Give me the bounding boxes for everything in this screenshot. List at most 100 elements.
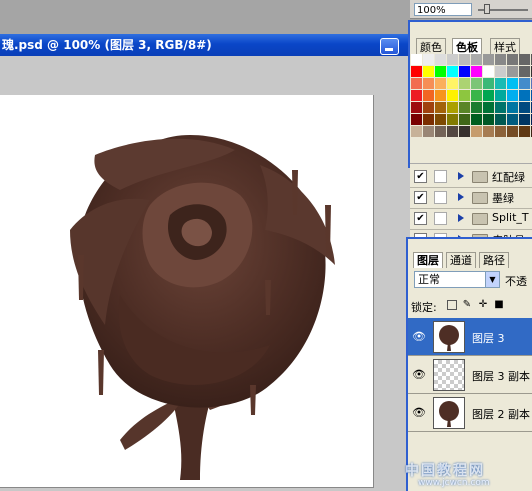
- swatch[interactable]: [411, 126, 422, 137]
- swatch[interactable]: [459, 78, 470, 89]
- move-icon[interactable]: ✛: [478, 300, 488, 310]
- swatch[interactable]: [447, 78, 458, 89]
- swatch[interactable]: [447, 102, 458, 113]
- swatch[interactable]: [483, 78, 494, 89]
- swatch[interactable]: [459, 114, 470, 125]
- swatch[interactable]: [507, 114, 518, 125]
- minimize-button[interactable]: [380, 38, 399, 55]
- swatch[interactable]: [519, 114, 530, 125]
- swatch[interactable]: [483, 114, 494, 125]
- swatch[interactable]: [423, 78, 434, 89]
- swatch[interactable]: [495, 66, 506, 77]
- lock-icon[interactable]: ■: [494, 300, 504, 310]
- swatch[interactable]: [423, 114, 434, 125]
- swatch[interactable]: [519, 78, 530, 89]
- zoom-slider-thumb[interactable]: [484, 4, 490, 14]
- swatch[interactable]: [507, 102, 518, 113]
- chevron-down-icon[interactable]: ▼: [485, 272, 499, 287]
- swatch[interactable]: [423, 126, 434, 137]
- swatch[interactable]: [423, 54, 434, 65]
- swatch[interactable]: [507, 126, 518, 137]
- swatch[interactable]: [471, 126, 482, 137]
- brush-icon[interactable]: ✎: [462, 300, 472, 310]
- swatch[interactable]: [447, 66, 458, 77]
- swatch[interactable]: [423, 90, 434, 101]
- eye-icon[interactable]: 👁: [412, 407, 426, 419]
- swatch[interactable]: [447, 114, 458, 125]
- tab-channels[interactable]: 通道: [446, 252, 476, 268]
- swatch[interactable]: [519, 66, 530, 77]
- swatch[interactable]: [459, 126, 470, 137]
- swatch[interactable]: [495, 90, 506, 101]
- swatch[interactable]: [447, 126, 458, 137]
- swatch[interactable]: [447, 90, 458, 101]
- swatch[interactable]: [483, 102, 494, 113]
- expand-triangle-icon[interactable]: [458, 193, 464, 201]
- expand-triangle-icon[interactable]: [458, 214, 464, 222]
- link-checkbox[interactable]: [434, 170, 447, 183]
- tab-layers[interactable]: 图层: [413, 252, 443, 268]
- tab-paths[interactable]: 路径: [479, 252, 509, 268]
- visibility-checkbox[interactable]: ✔: [414, 212, 427, 225]
- swatch[interactable]: [411, 102, 422, 113]
- swatch[interactable]: [483, 66, 494, 77]
- swatch[interactable]: [519, 126, 530, 137]
- layer-row[interactable]: 👁 图层 2 副本: [408, 394, 532, 432]
- swatch[interactable]: [471, 114, 482, 125]
- document-title-bar[interactable]: 瑰.psd @ 100% (图层 3, RGB/8#): [0, 34, 410, 56]
- swatch[interactable]: [411, 114, 422, 125]
- tab-swatches[interactable]: 色板: [452, 38, 482, 55]
- swatch[interactable]: [459, 66, 470, 77]
- swatch[interactable]: [435, 54, 446, 65]
- visibility-checkbox[interactable]: ✔: [414, 170, 427, 183]
- swatch[interactable]: [411, 78, 422, 89]
- eye-icon[interactable]: 👁: [412, 331, 426, 343]
- swatch[interactable]: [483, 54, 494, 65]
- swatch[interactable]: [459, 102, 470, 113]
- swatch[interactable]: [435, 66, 446, 77]
- layer-row[interactable]: 👁 图层 3 副本: [408, 356, 532, 394]
- swatch[interactable]: [507, 90, 518, 101]
- swatch[interactable]: [495, 102, 506, 113]
- swatch[interactable]: [495, 78, 506, 89]
- swatch[interactable]: [519, 102, 530, 113]
- layer-group-row[interactable]: ✔ 红配绿: [410, 166, 532, 188]
- swatch[interactable]: [435, 126, 446, 137]
- swatch[interactable]: [423, 102, 434, 113]
- swatch[interactable]: [483, 126, 494, 137]
- swatch[interactable]: [519, 90, 530, 101]
- layer-group-row[interactable]: ✔ Split_T: [410, 208, 532, 230]
- swatch[interactable]: [495, 126, 506, 137]
- link-checkbox[interactable]: [434, 212, 447, 225]
- swatch[interactable]: [411, 66, 422, 77]
- swatch[interactable]: [471, 90, 482, 101]
- swatch[interactable]: [495, 54, 506, 65]
- swatch[interactable]: [495, 114, 506, 125]
- swatch[interactable]: [507, 78, 518, 89]
- swatch[interactable]: [435, 102, 446, 113]
- tab-color[interactable]: 颜色: [416, 38, 446, 55]
- layer-row[interactable]: 👁 图层 3: [408, 318, 532, 356]
- swatch[interactable]: [507, 66, 518, 77]
- swatch[interactable]: [459, 54, 470, 65]
- visibility-checkbox[interactable]: ✔: [414, 191, 427, 204]
- swatch[interactable]: [519, 54, 530, 65]
- layer-group-row[interactable]: ✔ 墨绿: [410, 187, 532, 209]
- tab-styles[interactable]: 样式: [490, 38, 520, 55]
- swatch[interactable]: [471, 102, 482, 113]
- swatch[interactable]: [471, 78, 482, 89]
- swatch[interactable]: [507, 54, 518, 65]
- swatch[interactable]: [471, 54, 482, 65]
- swatch[interactable]: [447, 54, 458, 65]
- zoom-input[interactable]: 100%: [414, 3, 472, 16]
- lock-transparency-icon[interactable]: [447, 300, 457, 310]
- swatch[interactable]: [435, 114, 446, 125]
- expand-triangle-icon[interactable]: [458, 172, 464, 180]
- document-canvas[interactable]: [0, 95, 374, 488]
- link-checkbox[interactable]: [434, 191, 447, 204]
- eye-icon[interactable]: 👁: [412, 369, 426, 381]
- swatch[interactable]: [471, 66, 482, 77]
- swatch[interactable]: [423, 66, 434, 77]
- swatch[interactable]: [435, 90, 446, 101]
- swatch[interactable]: [459, 90, 470, 101]
